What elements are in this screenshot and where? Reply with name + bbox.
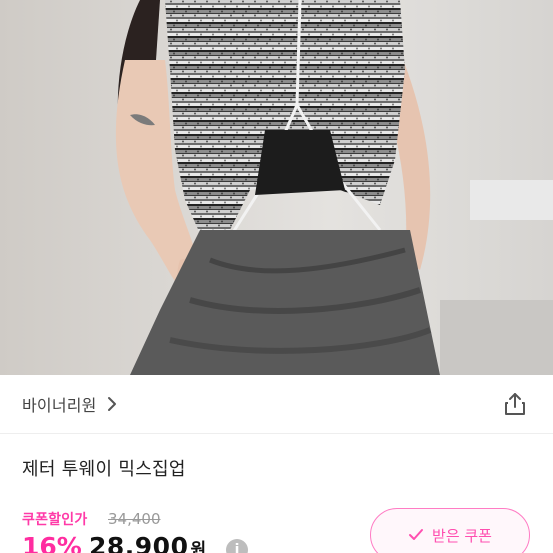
original-price: 34,400 bbox=[108, 510, 161, 528]
store-row: 바이너리원 bbox=[0, 375, 553, 434]
info-icon[interactable]: i bbox=[226, 539, 248, 553]
received-coupon-button[interactable]: 받은 쿠폰 bbox=[370, 508, 530, 553]
store-link[interactable]: 바이너리원 bbox=[22, 392, 119, 416]
currency-unit: 원 bbox=[190, 540, 207, 553]
check-icon bbox=[409, 529, 424, 540]
coupon-price-label: 쿠폰할인가 bbox=[22, 512, 88, 528]
store-name[interactable]: 바이너리원 bbox=[22, 392, 97, 416]
final-price-value: 28,900 bbox=[89, 532, 189, 553]
final-price: 28,900 원 bbox=[89, 532, 207, 553]
product-image[interactable] bbox=[0, 0, 553, 375]
share-icon[interactable] bbox=[502, 391, 528, 417]
chevron-right-icon bbox=[107, 397, 116, 411]
coupon-button-label: 받은 쿠폰 bbox=[432, 526, 492, 545]
discount-rate: 16% bbox=[22, 532, 82, 553]
product-title: 제터 투웨이 믹스집업 bbox=[22, 459, 186, 480]
